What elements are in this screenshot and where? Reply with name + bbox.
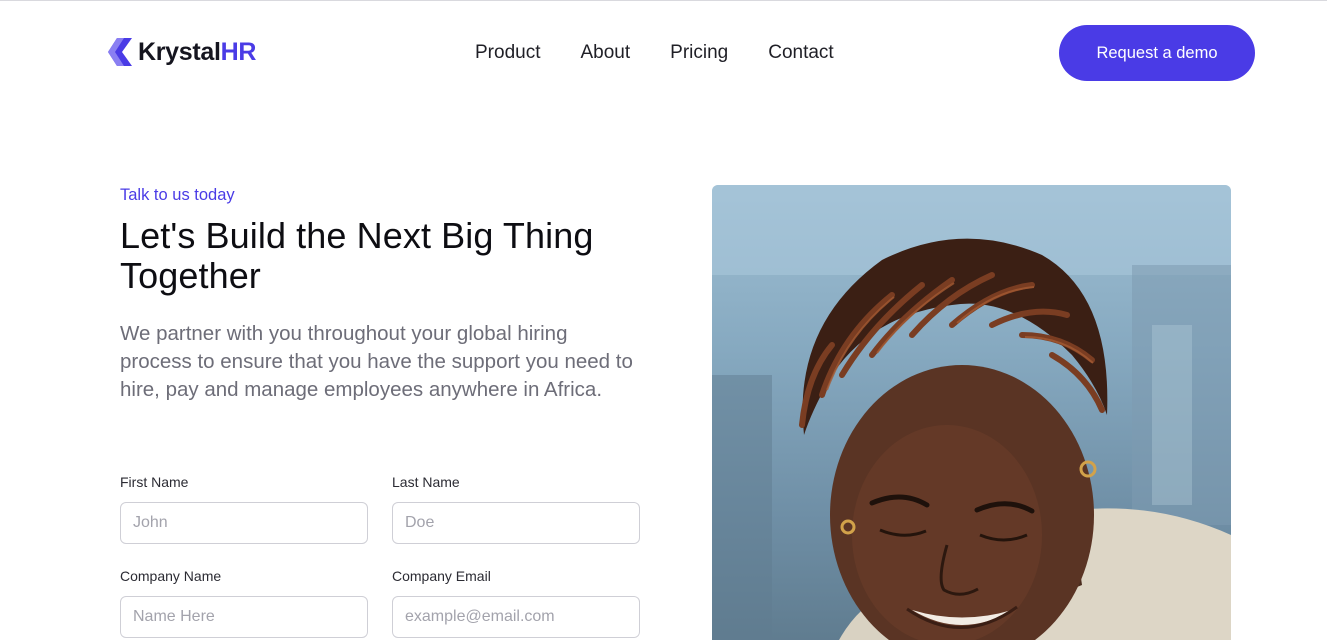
nav-contact[interactable]: Contact [768, 40, 833, 66]
hero-description: We partner with you throughout your glob… [120, 322, 633, 401]
company-name-label: Company Name [120, 568, 222, 584]
page-title: Let's Build the Next Big Thing Together [120, 215, 594, 296]
logo-wordmark: KrystalHR [138, 37, 257, 66]
main-nav: Product About Pricing Contact [475, 40, 874, 66]
last-name-field: Last Name [392, 474, 640, 544]
company-name-input[interactable] [120, 596, 368, 638]
first-name-label: First Name [120, 474, 189, 490]
nav-product[interactable]: Product [475, 40, 540, 66]
company-email-input[interactable] [392, 596, 640, 638]
nav-pricing[interactable]: Pricing [670, 40, 728, 66]
last-name-input[interactable] [392, 502, 640, 544]
nav-about[interactable]: About [580, 40, 630, 66]
first-name-input[interactable] [120, 502, 368, 544]
krystal-logo-icon [108, 38, 132, 66]
last-name-label: Last Name [392, 474, 460, 490]
eyebrow-text: Talk to us today [120, 186, 235, 204]
first-name-field: First Name [120, 474, 368, 544]
logo[interactable]: KrystalHR [108, 36, 256, 68]
hero-photo [712, 185, 1231, 640]
company-email-field: Company Email [392, 568, 640, 638]
company-name-field: Company Name [120, 568, 368, 638]
request-demo-button[interactable]: Request a demo [1059, 25, 1255, 81]
company-email-label: Company Email [392, 568, 491, 584]
top-divider [0, 0, 1327, 1]
